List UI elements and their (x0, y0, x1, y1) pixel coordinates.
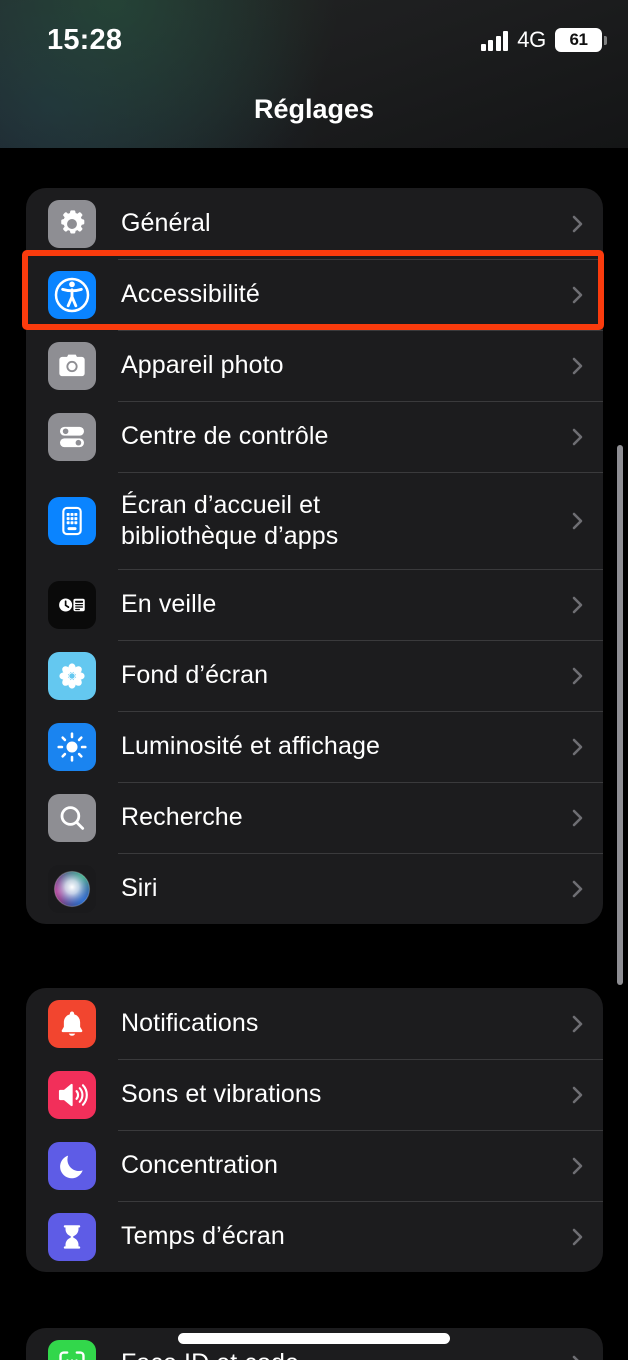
standby-icon (48, 580, 96, 629)
settings-row-label: Face ID et code (121, 1348, 563, 1360)
settings-row-brightness[interactable]: Luminosité et affichage (26, 711, 603, 782)
speaker-icon (48, 1070, 96, 1119)
settings-row-wallpaper[interactable]: Fond d’écran (26, 640, 603, 711)
settings-row-label: Appareil photo (121, 351, 284, 379)
chevron-right-icon (571, 425, 585, 449)
settings-row-label: Sons et vibrations (121, 1080, 322, 1108)
settings-row-label: Écran d’accueil et bibliothèque d’apps (121, 490, 339, 550)
chevron-right-icon (571, 509, 585, 533)
settings-row-label: Centre de contrôle (121, 422, 329, 450)
page-title: Réglages (253, 94, 375, 124)
network-type-label: 4G (517, 27, 546, 52)
sliders-icon (48, 412, 96, 461)
status-bar-indicators: 4G 61 (480, 27, 607, 53)
brightness-icon (48, 722, 96, 771)
settings-group-system: Général Accessibilité Appareil photo Cen… (26, 188, 603, 924)
settings-row-general[interactable]: Général (26, 188, 603, 259)
settings-row-siri[interactable]: Siri (26, 853, 603, 924)
settings-row-standby[interactable]: En veille (26, 569, 603, 640)
chevron-right-icon (571, 1154, 585, 1178)
settings-row-home-screen[interactable]: Écran d’accueil et bibliothèque d’apps (26, 472, 603, 569)
chevron-right-icon (571, 1083, 585, 1107)
moon-icon (48, 1141, 96, 1190)
home-indicator (178, 1333, 450, 1344)
settings-row-sounds[interactable]: Sons et vibrations (26, 1059, 603, 1130)
gear-icon (48, 199, 96, 248)
settings-row-label: Siri (121, 874, 158, 902)
battery-icon: 61 (555, 28, 607, 52)
hourglass-icon (48, 1212, 96, 1261)
settings-row-label: En veille (121, 590, 217, 618)
status-bar-clock: 15:28 (47, 24, 123, 56)
navigation-header: 15:28 4G 61 Réglages (0, 0, 628, 148)
chevron-right-icon (571, 877, 585, 901)
chevron-right-icon (571, 735, 585, 759)
wallpaper-icon (48, 651, 96, 700)
settings-row-control-center[interactable]: Centre de contrôle (26, 401, 603, 472)
settings-scroll-area[interactable]: Général Accessibilité Appareil photo Cen… (0, 148, 628, 1360)
chevron-right-icon (571, 664, 585, 688)
settings-row-label: Général (121, 209, 211, 237)
bell-icon (48, 999, 96, 1048)
chevron-right-icon (571, 354, 585, 378)
accessibility-icon (48, 270, 96, 319)
home-screen-icon (48, 496, 96, 545)
settings-row-label: Accessibilité (121, 280, 260, 308)
settings-row-label: Recherche (121, 803, 243, 831)
settings-screen: 15:28 4G 61 Réglages Général Accessibili… (0, 0, 628, 1360)
battery-percent-label: 61 (569, 30, 588, 49)
chevron-right-icon (571, 283, 585, 307)
settings-row-search[interactable]: Recherche (26, 782, 603, 853)
chevron-right-icon (571, 1012, 585, 1036)
settings-row-label: Luminosité et affichage (121, 732, 380, 760)
camera-icon (48, 341, 96, 390)
chevron-right-icon (571, 806, 585, 830)
status-bar: 15:28 4G 61 (0, 24, 628, 64)
settings-row-camera[interactable]: Appareil photo (26, 330, 603, 401)
siri-icon (48, 864, 96, 913)
cellular-bars-icon (480, 30, 509, 51)
settings-row-accessibility[interactable]: Accessibilité (26, 259, 603, 330)
settings-group-alerts: Notifications Sons et vibrations Concent… (26, 988, 603, 1272)
chevron-right-icon (571, 1225, 585, 1249)
chevron-right-icon (571, 212, 585, 236)
settings-row-label: Fond d’écran (121, 661, 269, 689)
search-icon (48, 793, 96, 842)
face-id-icon (48, 1339, 96, 1360)
chevron-right-icon (571, 1352, 585, 1360)
settings-row-notifications[interactable]: Notifications (26, 988, 603, 1059)
settings-row-focus[interactable]: Concentration (26, 1130, 603, 1201)
settings-row-screen-time[interactable]: Temps d’écran (26, 1201, 603, 1272)
settings-row-label: Temps d’écran (121, 1222, 285, 1250)
vertical-scrollbar[interactable] (617, 445, 623, 985)
settings-row-label: Concentration (121, 1151, 278, 1179)
settings-row-label: Notifications (121, 1009, 259, 1037)
chevron-right-icon (571, 593, 585, 617)
